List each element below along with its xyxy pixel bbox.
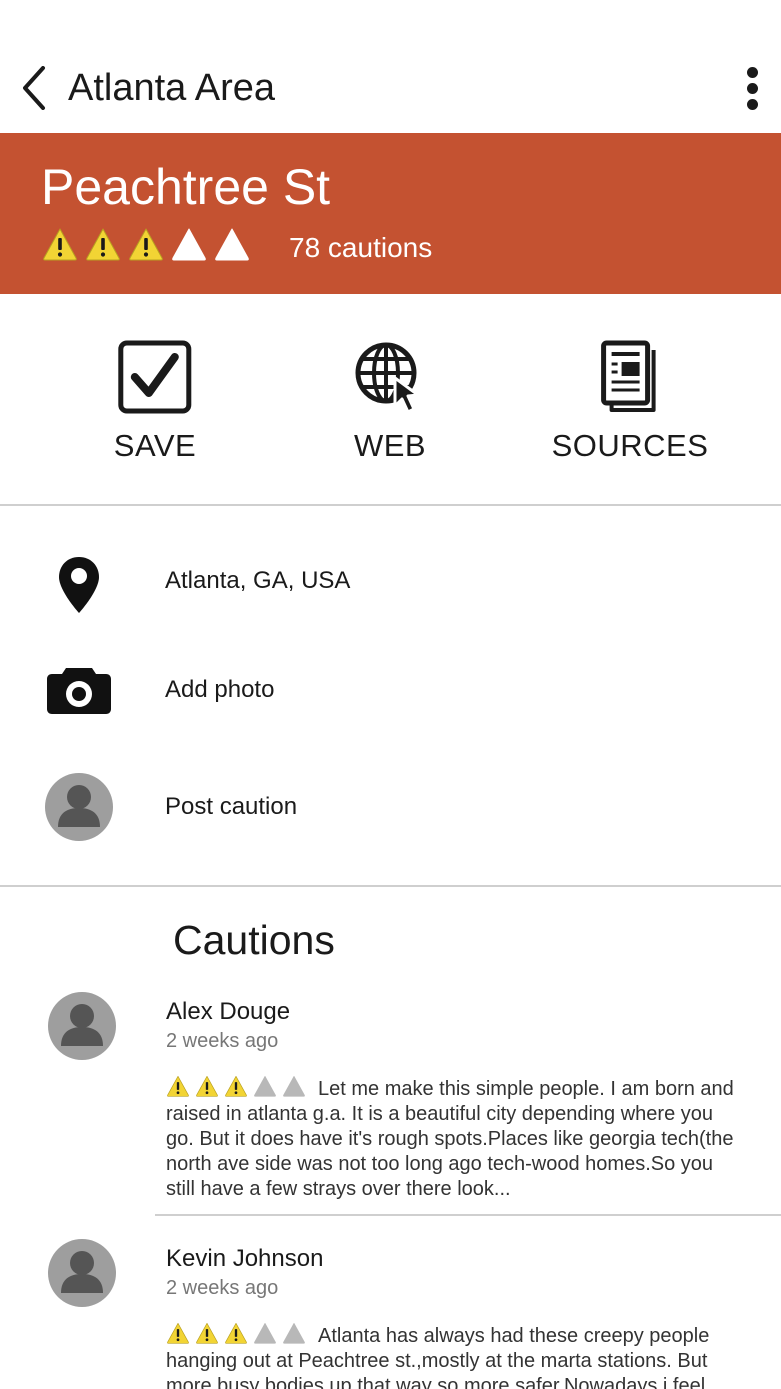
warning-empty-icon: [254, 1075, 276, 1097]
post-caution-row[interactable]: Post caution: [0, 768, 781, 848]
sources-label: SOURCES: [551, 428, 709, 463]
post-caution-text: Post caution: [165, 793, 298, 820]
location-row[interactable]: Atlanta, GA, USA: [0, 544, 781, 624]
location-text: Atlanta, GA, USA: [165, 567, 351, 594]
cautions-heading: Cautions: [173, 917, 335, 963]
caution-rating: [42, 227, 250, 261]
avatar: [48, 1239, 116, 1307]
warning-empty-icon: [172, 228, 206, 261]
web-button[interactable]: WEB: [351, 338, 429, 464]
page-title: Atlanta Area: [68, 67, 276, 109]
warning-empty-icon: [215, 228, 249, 261]
checkbox-checked-icon: [118, 340, 192, 414]
caution-time: 2 weeks ago: [166, 1277, 279, 1299]
caution-item[interactable]: Kevin Johnson 2 weeks ago Atlanta has al…: [0, 1239, 781, 1389]
caution-rating: [166, 1322, 306, 1344]
sources-button[interactable]: SOURCES: [552, 338, 709, 464]
more-menu-button[interactable]: [737, 62, 767, 114]
warning-empty-icon: [283, 1075, 305, 1097]
caution-body: Let me make this simple people. I am bor…: [166, 1075, 746, 1202]
divider: [155, 1214, 781, 1216]
warning-filled-icon: [129, 228, 163, 261]
warning-filled-icon: [196, 1322, 218, 1344]
globe-cursor-icon: [355, 342, 420, 414]
caution-count[interactable]: 78 cautions: [289, 232, 432, 264]
web-label: WEB: [353, 428, 427, 463]
camera-icon: [47, 668, 111, 714]
warning-filled-icon: [86, 228, 120, 261]
warning-filled-icon: [167, 1075, 189, 1097]
place-header: Peachtree St 78 cautions: [0, 133, 781, 294]
add-photo-row[interactable]: Add photo: [0, 652, 781, 732]
more-vertical-icon: [746, 66, 758, 78]
save-button[interactable]: SAVE: [114, 338, 196, 464]
warning-filled-icon: [225, 1075, 247, 1097]
user-avatar-icon: [45, 773, 113, 841]
warning-empty-icon: [283, 1322, 305, 1344]
caution-body: Atlanta has always had these creepy peop…: [166, 1322, 746, 1389]
avatar: [48, 992, 116, 1060]
caution-author: Kevin Johnson: [166, 1245, 324, 1272]
warning-filled-icon: [225, 1322, 247, 1344]
add-photo-text: Add photo: [165, 676, 275, 703]
warning-empty-icon: [254, 1322, 276, 1344]
chevron-left-icon: [23, 66, 45, 110]
caution-author: Alex Douge: [166, 998, 291, 1025]
caution-rating: [166, 1075, 306, 1097]
warning-filled-icon: [43, 228, 77, 261]
place-name: Peachtree St: [41, 159, 331, 215]
caution-time: 2 weeks ago: [166, 1030, 279, 1052]
warning-filled-icon: [167, 1322, 189, 1344]
action-row: SAVE WEB SOURCES: [0, 294, 781, 506]
map-pin-icon: [59, 557, 99, 613]
save-label: SAVE: [113, 428, 197, 463]
documents-icon: [601, 340, 656, 412]
app-bar: Atlanta Area: [0, 0, 781, 133]
caution-item[interactable]: Alex Douge 2 weeks ago Let me make this …: [0, 992, 781, 1216]
warning-filled-icon: [196, 1075, 218, 1097]
place-info: Atlanta, GA, USA Add photo Post caution: [0, 506, 781, 887]
back-button[interactable]: [14, 62, 54, 114]
